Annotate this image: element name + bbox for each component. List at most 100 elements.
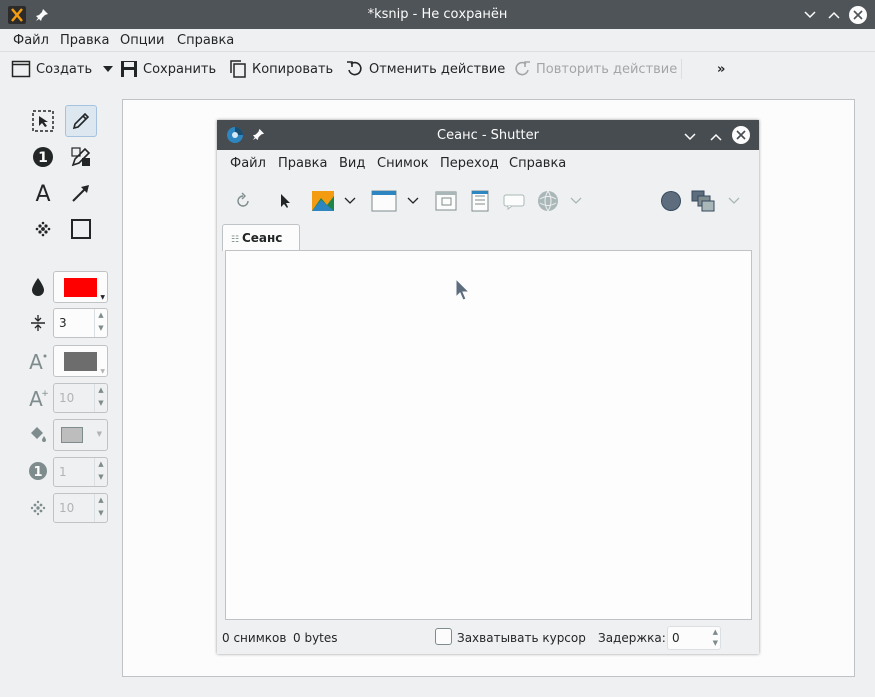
toolbar-separator — [681, 59, 682, 79]
title-bar: *ksnip - Не сохранён — [0, 0, 875, 29]
menu-edit[interactable]: Правка — [60, 33, 109, 48]
width-icon — [26, 311, 50, 335]
arrow-tool-icon[interactable] — [65, 177, 97, 209]
copy-label: Копировать — [252, 61, 334, 77]
blur-spinbox[interactable]: 10 ▲ ▼ — [53, 493, 108, 523]
redo-icon — [515, 61, 530, 76]
toolbar-overflow-button[interactable]: » — [717, 57, 725, 81]
text-color-icon: A — [26, 349, 50, 373]
select-tool-icon[interactable] — [27, 105, 59, 137]
refresh-icon — [230, 188, 256, 214]
svg-text:A: A — [29, 350, 43, 372]
pen-color-button[interactable]: ▼ — [53, 271, 108, 303]
undo-label: Отменить действие — [369, 61, 506, 77]
shutter-menu-edit: Правка — [278, 156, 328, 171]
marker-tool-icon[interactable] — [65, 141, 97, 173]
spin-arrows[interactable]: ▲ ▼ — [94, 458, 107, 486]
chevron-up-icon — [710, 130, 722, 145]
fill-type-button[interactable]: ▼ — [53, 419, 108, 451]
menu-file[interactable]: Файл — [13, 33, 49, 48]
maximize-button[interactable] — [823, 0, 845, 29]
chevron-down-icon — [567, 188, 585, 214]
shutter-session-area — [225, 250, 752, 620]
redo-button[interactable]: Повторить действие — [513, 57, 677, 81]
spin-arrows[interactable]: ▲ ▼ — [94, 384, 107, 412]
number-icon: 1 — [26, 459, 50, 483]
capture-cursor-checkbox — [435, 628, 452, 645]
blur-value: 10 — [59, 501, 75, 515]
undo-button[interactable]: Отменить действие — [346, 57, 505, 81]
number-value: 1 — [59, 465, 67, 479]
save-icon — [121, 61, 137, 77]
menu-help[interactable]: Справка — [177, 33, 234, 48]
font-size-icon: A + — [26, 386, 50, 410]
delay-label: Задержка: — [598, 631, 666, 645]
shutter-title-bar: Сеанс - Shutter — [217, 120, 759, 150]
text-tool-icon[interactable]: A — [27, 177, 59, 209]
workspaces-icon — [690, 188, 716, 214]
font-size-spinbox[interactable]: 10 ▲ ▼ — [53, 383, 108, 413]
spin-arrows[interactable]: ▲ ▼ — [94, 494, 107, 522]
text-color-button[interactable]: ▼ — [53, 345, 108, 377]
width-spinbox[interactable]: 3 ▲ ▼ — [53, 308, 108, 338]
menu-options[interactable]: Опции — [120, 33, 164, 48]
mouse-cursor-icon — [455, 277, 471, 306]
blur-tool-icon[interactable] — [27, 213, 59, 245]
save-button[interactable]: Сохранить — [120, 57, 216, 81]
session-tab-label: Сеанс — [241, 231, 283, 245]
chevron-down-icon — [341, 188, 359, 214]
svg-text:A: A — [35, 182, 50, 204]
chevron-down-icon[interactable] — [103, 66, 114, 72]
shutter-menu-file: Файл — [230, 156, 266, 171]
save-label: Сохранить — [143, 61, 217, 77]
svg-text:1: 1 — [33, 465, 42, 480]
chevron-down-icon — [684, 130, 696, 145]
snapshot-count: 0 снимков — [222, 631, 287, 645]
ksnip-window: *ksnip - Не сохранён Файл Правка Опции С… — [0, 0, 875, 697]
svg-text:1: 1 — [38, 150, 48, 166]
tool-panel: 1 A ▼ 3 ▲ ▼ A ▼ A + 10 ▲ ▼ ▼ 1 1 ▲ ▼ 10 … — [0, 95, 118, 695]
pen-color-swatch — [64, 278, 97, 297]
create-label: Создать — [36, 61, 93, 77]
tooltip-capture-icon — [501, 188, 527, 214]
shutter-toolbar — [217, 182, 759, 220]
number-spinbox[interactable]: 1 ▲ ▼ — [53, 457, 108, 487]
redo-capture-icon — [658, 188, 684, 214]
color-drop-icon — [26, 275, 50, 299]
window-title: *ksnip - Не сохранён — [367, 7, 508, 22]
main-toolbar: Создать Сохранить Копировать Отменить де… — [0, 53, 875, 85]
cursor-icon — [272, 188, 298, 214]
capture-cursor-label: Захватывать курсор — [457, 631, 586, 645]
window-capture-icon — [371, 188, 397, 214]
copy-icon — [230, 60, 246, 78]
redo-label: Повторить действие — [536, 61, 678, 77]
number-tool-icon[interactable]: 1 — [27, 141, 59, 173]
spin-arrows[interactable]: ▲ ▼ — [94, 309, 107, 337]
font-size-value: 10 — [59, 391, 75, 405]
menu-bar: Файл Правка Опции Справка — [0, 29, 875, 52]
copy-button[interactable]: Копировать — [229, 57, 333, 81]
shutter-menu-go: Переход — [440, 156, 499, 171]
minimize-button[interactable] — [799, 0, 821, 29]
shutter-status-bar: 0 снимков 0 bytes Захватывать курсор Зад… — [217, 622, 759, 654]
rectangle-tool-icon[interactable] — [65, 213, 97, 245]
create-button[interactable]: Создать — [11, 57, 114, 81]
blur-radius-icon — [26, 496, 50, 520]
fill-icon — [26, 423, 50, 447]
width-value: 3 — [59, 316, 67, 330]
image-icon — [310, 188, 336, 214]
web-capture-icon — [535, 188, 561, 214]
text-color-swatch — [64, 352, 97, 371]
pen-tool-icon[interactable] — [65, 105, 97, 137]
shutter-session-tab: ☷ Сеанс — [222, 224, 300, 251]
svg-text:+: + — [41, 389, 49, 399]
close-button[interactable] — [847, 0, 869, 29]
menu-capture-icon — [467, 188, 493, 214]
undo-icon — [347, 61, 362, 76]
spin-arrows: ▲ ▼ — [712, 628, 718, 647]
shutter-window-screenshot: Сеанс - Shutter Файл Правка Вид Снимок П… — [217, 120, 759, 654]
delay-spinbox: 0 ▲ ▼ — [667, 626, 721, 650]
shutter-menu-view: Вид — [339, 156, 366, 171]
new-screenshot-icon — [11, 60, 31, 78]
session-tab-icon: ☷ — [231, 235, 242, 245]
